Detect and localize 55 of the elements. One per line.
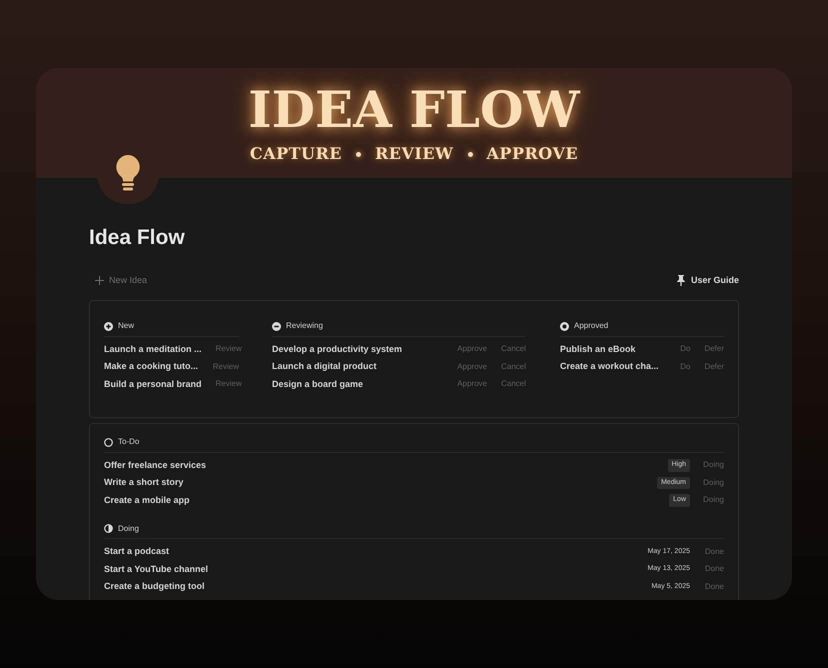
banner-title: IDEA FLOW <box>248 82 580 138</box>
dot-separator <box>468 152 473 156</box>
action-link[interactable]: Done <box>702 563 724 576</box>
pin-icon <box>676 275 685 286</box>
action-link[interactable]: Review <box>216 378 242 390</box>
idea-title: Design a board game <box>272 378 364 391</box>
task-title: Start a podcast <box>104 545 170 558</box>
action-link[interactable]: Doing <box>702 476 724 489</box>
action-link[interactable]: Cancel <box>501 360 526 373</box>
action-link[interactable]: Defer <box>704 343 724 356</box>
lightbulb-icon <box>116 155 140 193</box>
banner-step: APPROVE <box>486 142 578 166</box>
task-title: Create a budgeting tool <box>104 580 206 593</box>
group-title: To-Do <box>118 436 140 448</box>
banner-step: CAPTURE <box>250 142 342 166</box>
ring-icon <box>560 322 569 330</box>
idea-title: Make a cooking tuto... <box>104 360 199 373</box>
user-guide-link[interactable]: User Guide <box>676 274 739 288</box>
action-link[interactable]: Defer <box>704 360 724 373</box>
idea-title: Publish an eBook <box>560 342 637 356</box>
action-link[interactable]: Do <box>680 360 690 373</box>
banner-step: REVIEW <box>374 142 454 166</box>
dot-separator <box>356 152 361 156</box>
action-link[interactable]: Doing <box>702 494 724 506</box>
half-circle-icon <box>104 524 113 533</box>
task-title: Start a YouTube channel <box>104 562 210 576</box>
idea-title: Launch a meditation ... <box>104 342 202 356</box>
group-title: New <box>118 320 134 332</box>
action-link[interactable]: Cancel <box>501 343 526 356</box>
action-link[interactable]: Done <box>702 580 724 593</box>
task-title: Write a short story <box>104 476 184 489</box>
plus-circle-icon <box>104 322 113 330</box>
circle-icon <box>104 438 113 446</box>
idea-title: Launch a digital product <box>272 360 378 373</box>
idea-title: Create a workout cha... <box>560 360 660 373</box>
new-idea-button[interactable]: New Idea <box>89 270 154 290</box>
action-link[interactable]: Review <box>216 343 242 356</box>
group-title: Doing <box>118 522 139 534</box>
action-link[interactable]: Approve <box>457 343 488 356</box>
action-link[interactable]: Cancel <box>501 378 526 390</box>
task-title: Offer freelance services <box>104 458 208 472</box>
action-link[interactable]: Doing <box>702 459 724 472</box>
minus-circle-icon <box>272 322 281 330</box>
task-title: Create a mobile app <box>104 494 191 507</box>
action-link[interactable]: Do <box>680 343 690 356</box>
group-title: Reviewing <box>286 320 323 332</box>
action-link[interactable]: Done <box>702 546 724 558</box>
idea-title: Build a personal brand <box>104 378 202 391</box>
action-link[interactable]: Approve <box>457 378 488 390</box>
action-link[interactable]: Review <box>212 360 239 373</box>
idea-title: Develop a productivity system <box>272 342 404 356</box>
plus-icon <box>95 276 104 285</box>
action-link[interactable]: Approve <box>457 360 488 373</box>
group-title: Approved <box>574 320 608 332</box>
page-title: Idea Flow <box>89 225 186 251</box>
